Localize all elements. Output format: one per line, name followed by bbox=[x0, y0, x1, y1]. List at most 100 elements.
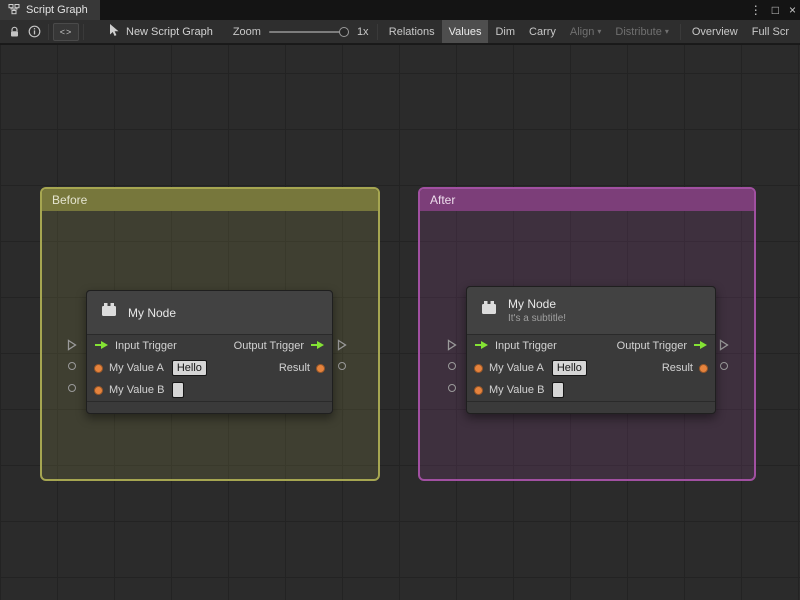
chevron-down-icon: ▾ bbox=[664, 27, 669, 36]
port-row-trigger: Input Trigger Output Trigger bbox=[87, 335, 332, 357]
group-before-title: Before bbox=[52, 193, 88, 207]
toolbar-separator bbox=[679, 23, 681, 40]
carry-button[interactable]: Carry bbox=[522, 20, 563, 43]
node-header[interactable]: My Node It's a subtitle! bbox=[467, 287, 715, 335]
graph-name-area[interactable]: New Script Graph bbox=[108, 23, 213, 40]
circle-port-icon bbox=[68, 362, 76, 370]
value-a-label: My Value A bbox=[109, 362, 164, 374]
toolbar-separator bbox=[83, 23, 84, 40]
node-icon bbox=[479, 298, 499, 323]
circle-port-icon bbox=[448, 384, 456, 392]
window-menu-button[interactable]: ⋮ bbox=[750, 0, 762, 20]
node-header[interactable]: My Node bbox=[87, 291, 332, 335]
circle-port-icon bbox=[338, 362, 346, 370]
value-a-input[interactable]: Hello bbox=[551, 360, 587, 376]
chevron-down-icon: ▾ bbox=[597, 27, 602, 36]
node-title: My Node bbox=[128, 305, 177, 320]
value-b-port-icon[interactable] bbox=[474, 385, 483, 395]
zoom-slider-knob[interactable] bbox=[338, 26, 349, 37]
input-trigger-port-icon[interactable] bbox=[94, 340, 109, 353]
port-row-value-a: My Value A Hello Result bbox=[87, 357, 332, 379]
node-icon bbox=[99, 300, 119, 325]
toolbar-separator bbox=[376, 23, 378, 40]
value-a-port-icon[interactable] bbox=[94, 363, 103, 373]
toolbar-separator bbox=[48, 23, 49, 40]
value-a-label: My Value A bbox=[489, 362, 544, 374]
code-view-button[interactable]: <> bbox=[53, 22, 79, 41]
toolbar-buttons: Relations Values Dim Carry Align ▾ Distri… bbox=[373, 20, 796, 43]
zoom-control: Zoom 1x bbox=[233, 26, 369, 38]
external-value-b-port[interactable] bbox=[448, 384, 456, 392]
zoom-slider[interactable] bbox=[268, 26, 349, 38]
input-trigger-port-icon[interactable] bbox=[474, 340, 489, 353]
fullscreen-label: Full Scr bbox=[751, 25, 789, 38]
graph-name-label: New Script Graph bbox=[126, 25, 213, 38]
circle-port-icon bbox=[448, 362, 456, 370]
value-b-port-icon[interactable] bbox=[94, 385, 103, 395]
node-subtitle: It's a subtitle! bbox=[508, 313, 567, 324]
graph-toolbar: <> New Script Graph Zoom 1x Relations Va… bbox=[0, 20, 800, 44]
value-b-label: My Value B bbox=[109, 384, 165, 396]
external-result-port[interactable] bbox=[720, 362, 728, 370]
node-my-node-after[interactable]: My Node It's a subtitle! Input Trigger O… bbox=[466, 286, 716, 414]
input-trigger-label: Input Trigger bbox=[115, 340, 177, 352]
values-label: Values bbox=[448, 25, 482, 38]
distribute-dropdown[interactable]: Distribute ▾ bbox=[608, 20, 675, 43]
group-after-header[interactable]: After bbox=[420, 189, 754, 211]
port-row-value-a: My Value A Hello Result bbox=[467, 357, 715, 379]
unity-window: Script Graph ⋮ □ × <> New Script Graph Z… bbox=[0, 0, 800, 600]
external-input-trigger-port[interactable] bbox=[447, 339, 457, 351]
lock-icon[interactable] bbox=[4, 20, 24, 43]
overview-button[interactable]: Overview bbox=[685, 20, 745, 43]
result-port-icon[interactable] bbox=[699, 363, 708, 373]
port-row-trigger: Input Trigger Output Trigger bbox=[467, 335, 715, 357]
value-b-label: My Value B bbox=[489, 384, 545, 396]
graph-canvas[interactable]: Before After My Node Input Trigger Outpu… bbox=[0, 45, 800, 600]
values-button[interactable]: Values bbox=[441, 20, 489, 43]
relations-label: Relations bbox=[388, 25, 435, 38]
external-result-port[interactable] bbox=[338, 362, 346, 370]
window-controls: ⋮ □ × bbox=[750, 0, 796, 20]
overview-label: Overview bbox=[691, 25, 738, 38]
node-footer bbox=[467, 401, 715, 413]
output-trigger-label: Output Trigger bbox=[616, 340, 687, 352]
fullscreen-button[interactable]: Full Scr bbox=[745, 20, 796, 43]
carry-label: Carry bbox=[529, 25, 556, 38]
tab-bar: Script Graph ⋮ □ × bbox=[0, 0, 800, 20]
dim-button[interactable]: Dim bbox=[488, 20, 522, 43]
group-before-header[interactable]: Before bbox=[42, 189, 378, 211]
value-b-input[interactable] bbox=[552, 382, 565, 398]
node-title: My Node bbox=[508, 297, 557, 311]
relations-button[interactable]: Relations bbox=[382, 20, 442, 43]
external-value-a-port[interactable] bbox=[68, 362, 76, 370]
zoom-label: Zoom bbox=[232, 25, 261, 38]
value-a-port-icon[interactable] bbox=[474, 363, 483, 373]
output-trigger-port-icon[interactable] bbox=[693, 340, 708, 353]
external-output-trigger-port[interactable] bbox=[337, 339, 347, 351]
zoom-value: 1x bbox=[356, 25, 369, 38]
result-port-icon[interactable] bbox=[316, 363, 325, 373]
external-value-a-port[interactable] bbox=[448, 362, 456, 370]
result-label: Result bbox=[278, 362, 310, 374]
dim-label: Dim bbox=[495, 25, 516, 38]
circle-port-icon bbox=[68, 384, 76, 392]
info-icon[interactable] bbox=[24, 20, 44, 43]
port-row-value-b: My Value B bbox=[467, 379, 715, 401]
external-input-trigger-port[interactable] bbox=[67, 339, 77, 351]
align-dropdown[interactable]: Align ▾ bbox=[563, 20, 608, 43]
cursor-icon bbox=[108, 23, 120, 40]
window-close-button[interactable]: × bbox=[789, 0, 796, 20]
external-output-trigger-port[interactable] bbox=[719, 339, 729, 351]
node-my-node-before[interactable]: My Node Input Trigger Output Trigger My … bbox=[86, 290, 333, 414]
port-row-value-b: My Value B bbox=[87, 379, 332, 401]
value-a-input[interactable]: Hello bbox=[171, 360, 207, 376]
tab-title: Script Graph bbox=[26, 4, 88, 16]
value-b-input[interactable] bbox=[172, 382, 185, 398]
output-trigger-port-icon[interactable] bbox=[310, 340, 325, 353]
external-value-b-port[interactable] bbox=[68, 384, 76, 392]
script-graph-icon bbox=[8, 3, 20, 18]
input-trigger-label: Input Trigger bbox=[495, 340, 557, 352]
tab-script-graph[interactable]: Script Graph bbox=[0, 0, 100, 20]
window-maximize-button[interactable]: □ bbox=[772, 0, 779, 20]
result-label: Result bbox=[661, 362, 693, 374]
